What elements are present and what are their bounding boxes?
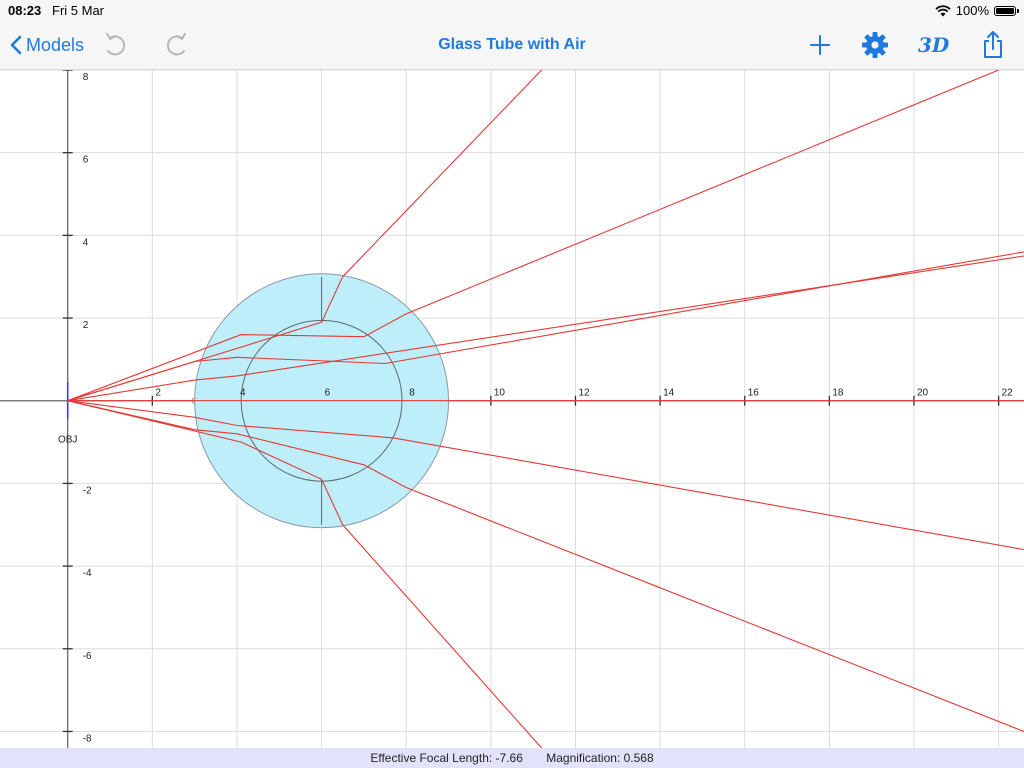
x-axis-tick-label: 18: [832, 388, 844, 399]
navigation-bar: Models Glass Tube with Air 3D: [0, 20, 1024, 70]
optics-scene[interactable]: 2 4 6 8 10 12 14 16 18 20 22 8 6 4 2 -2 -4 -6 -8 OBJ: [0, 70, 1024, 748]
add-button[interactable]: [806, 20, 834, 70]
share-button[interactable]: [980, 20, 1006, 70]
results-footer: Effective Focal Length: -7.66 Magnificat…: [0, 748, 1024, 768]
y-axis-tick-label: 2: [83, 320, 89, 331]
grid-layer: [0, 70, 1024, 748]
back-button[interactable]: Models: [10, 20, 84, 70]
x-axis-tick-label: 2: [155, 388, 161, 399]
status-bar: 08:23 Fri 5 Mar 100%: [0, 0, 1024, 20]
chevron-left-icon: [10, 35, 22, 55]
x-axis-tick-label: 22: [1002, 388, 1014, 399]
x-axis-tick-label: 16: [748, 388, 760, 399]
y-axis-tick-label: -8: [83, 733, 92, 744]
object-label: OBJ: [58, 435, 77, 446]
settings-button[interactable]: [860, 20, 890, 70]
x-axis-tick-label: 4: [240, 388, 246, 399]
x-axis-tick-label: 20: [917, 388, 929, 399]
magnification: Magnification: 0.568: [546, 751, 654, 765]
y-axis-tick-label: 8: [83, 72, 89, 83]
battery-percent: 100%: [955, 3, 989, 18]
y-axis-tick-label: -4: [83, 568, 92, 579]
status-time: 08:23: [8, 3, 42, 18]
redo-icon: [166, 32, 186, 56]
plus-icon: [810, 35, 830, 55]
y-axis-tick-label: -2: [83, 485, 92, 496]
y-axis-tick-label: 6: [83, 155, 89, 166]
axis-layer: [0, 70, 1024, 748]
share-icon: [984, 31, 1002, 58]
ray: [67, 255, 1024, 402]
x-axis-tick-label: 12: [578, 388, 590, 399]
y-axis-tick-label: 4: [83, 237, 89, 248]
undo-button[interactable]: [100, 20, 132, 70]
back-button-label: Models: [26, 34, 85, 55]
x-axis-tick-label: 8: [409, 388, 415, 399]
effective-focal-length: Effective Focal Length: -7.66: [370, 751, 523, 765]
status-date: Fri 5 Mar: [52, 3, 104, 18]
x-axis-tick-label: 6: [325, 388, 331, 399]
x-axis-tick-label: 10: [494, 388, 506, 399]
battery-icon: [994, 5, 1019, 16]
redo-button[interactable]: [160, 20, 192, 70]
3d-icon: 3D: [918, 33, 950, 57]
y-axis-tick-label: -6: [83, 651, 92, 662]
gear-icon: [862, 32, 888, 58]
3d-view-button[interactable]: 3D: [918, 20, 949, 70]
wifi-icon: [935, 4, 951, 16]
status-right: 100%: [935, 3, 1019, 18]
undo-icon: [106, 32, 126, 56]
x-axis-tick-label: 14: [663, 388, 675, 399]
optics-canvas[interactable]: 2 4 6 8 10 12 14 16 18 20 22 8 6 4 2 -2 -4 -6 -8 OBJ: [0, 70, 1024, 748]
